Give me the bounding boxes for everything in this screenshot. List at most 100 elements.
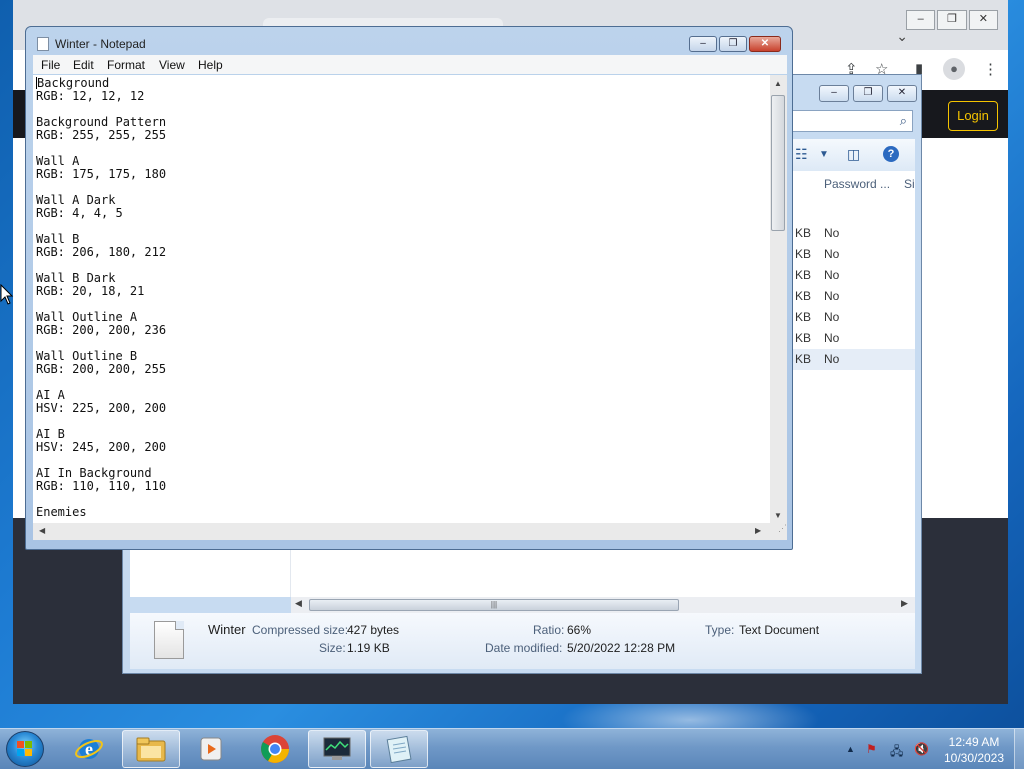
vertical-scrollbar-thumb[interactable] <box>771 95 785 231</box>
row-password: No <box>824 247 840 261</box>
clock-date: 10/30/2023 <box>943 751 1005 765</box>
taskbar-file-explorer[interactable] <box>122 730 180 768</box>
help-icon[interactable]: ? <box>883 146 899 162</box>
network-icon[interactable]: 🖧 <box>890 742 903 763</box>
taskbar-chrome[interactable] <box>246 730 304 768</box>
menu-view[interactable]: View <box>159 58 185 72</box>
details-ratio-label: Ratio: <box>533 623 565 637</box>
view-options-icon[interactable]: ☷ <box>795 146 808 163</box>
explorer-maximize-button[interactable]: ❐ <box>853 85 883 102</box>
details-file-name: Winter <box>208 622 246 637</box>
action-center-flag-icon[interactable]: ⚑ <box>866 742 877 756</box>
scroll-left-arrow-icon[interactable]: ◀ <box>39 526 45 535</box>
list-row[interactable]: KB No <box>783 265 915 286</box>
system-clock[interactable]: 12:49 AM 10/30/2023 <box>934 734 1014 766</box>
task-manager-icon <box>323 737 351 760</box>
browser-maximize-button[interactable]: ❐ <box>937 10 967 30</box>
row-password: No <box>824 289 840 303</box>
vertical-scrollbar[interactable]: ▲ ▼ <box>770 75 787 523</box>
details-pane: Winter Compressed size: 427 bytes Size: … <box>130 613 915 669</box>
maximize-button[interactable]: ❐ <box>719 36 747 52</box>
file-explorer-icon <box>136 737 166 762</box>
taskbar-task-manager[interactable] <box>308 730 366 768</box>
notepad-title-icon <box>37 37 49 51</box>
notepad-icon <box>386 735 412 764</box>
scroll-left-arrow-icon[interactable]: ◀ <box>295 598 302 609</box>
list-row[interactable]: KB No <box>783 307 915 328</box>
row-size-unit: KB <box>795 247 812 261</box>
media-center-icon <box>200 737 222 761</box>
mouse-cursor-icon <box>0 284 14 305</box>
browser-menu-icon[interactable]: ⋮ <box>983 60 998 78</box>
scroll-right-arrow-icon[interactable]: ▶ <box>755 526 761 535</box>
scrollbar-thumb[interactable]: ||| <box>309 599 679 611</box>
show-desktop-button[interactable] <box>1014 729 1024 769</box>
show-hidden-icons-chevron-icon[interactable]: ▲ <box>846 744 855 754</box>
menu-edit[interactable]: Edit <box>73 58 94 72</box>
windows-logo-icon <box>17 741 33 757</box>
list-row[interactable]: KB No <box>783 286 915 307</box>
row-size-unit: KB <box>795 310 812 324</box>
scroll-right-arrow-icon[interactable]: ▶ <box>901 598 908 609</box>
browser-minimize-button[interactable]: – <box>906 10 936 30</box>
file-list-horizontal-scrollbar[interactable]: ◀ ||| ▶ <box>291 597 915 613</box>
list-row-selected[interactable]: KB No <box>783 349 915 370</box>
tab-search-chevron-icon[interactable]: ⌄ <box>896 28 908 45</box>
list-row[interactable]: KB No <box>783 223 915 244</box>
minimize-button[interactable]: – <box>689 36 717 52</box>
search-icon[interactable]: ⌕ <box>900 113 907 129</box>
details-compressed-label: Compressed size: <box>252 623 349 637</box>
row-password: No <box>824 331 840 345</box>
details-compressed-value: 427 bytes <box>347 623 400 637</box>
text-file-icon <box>154 621 184 659</box>
details-modified-value: 5/20/2022 12:28 PM <box>567 641 676 655</box>
browser-window-controls: – ❐ ✕ <box>904 10 998 30</box>
horizontal-scrollbar[interactable]: ◀ ▶ <box>33 523 770 540</box>
row-size-unit: KB <box>795 352 812 366</box>
row-password: No <box>824 352 840 366</box>
menu-file[interactable]: File <box>41 58 60 72</box>
row-password: No <box>824 268 840 282</box>
resize-grip-icon[interactable]: ⋰ <box>770 523 787 540</box>
explorer-window-controls: – ❐ ✕ <box>815 85 917 102</box>
row-size-unit: KB <box>795 289 812 303</box>
row-password: No <box>824 310 840 324</box>
text-editor-area[interactable]: Background RGB: 12, 12, 12 Background Pa… <box>33 75 770 523</box>
preview-pane-icon[interactable]: ◫ <box>847 146 860 163</box>
login-button[interactable]: Login <box>948 101 998 131</box>
taskbar-media-center[interactable] <box>182 730 240 768</box>
profile-avatar-icon[interactable]: ● <box>943 58 965 80</box>
scroll-down-arrow-icon[interactable]: ▼ <box>774 511 782 520</box>
details-modified-label: Date modified: <box>485 641 563 655</box>
explorer-search-input[interactable]: ⌕ <box>783 110 913 132</box>
menu-format[interactable]: Format <box>107 58 145 72</box>
volume-muted-icon[interactable]: 🔇 <box>914 742 929 756</box>
document-body: ackground RGB: 12, 12, 12 Background Pat… <box>36 76 167 519</box>
scroll-up-arrow-icon[interactable]: ▲ <box>774 79 782 88</box>
taskbar-internet-explorer[interactable]: e <box>60 730 118 768</box>
explorer-close-button[interactable]: ✕ <box>887 85 917 102</box>
list-row[interactable]: KB No <box>783 328 915 349</box>
close-button[interactable]: ✕ <box>749 36 781 52</box>
clock-time: 12:49 AM <box>948 735 1000 749</box>
view-dropdown-chevron-icon[interactable]: ▼ <box>819 149 829 160</box>
details-type-value: Text Document <box>739 623 820 637</box>
details-ratio-value: 66% <box>567 623 592 637</box>
window-title: Winter - Notepad <box>55 37 146 51</box>
notepad-window[interactable]: Winter - Notepad – ❐ ✕ File Edit Format … <box>25 26 793 550</box>
menu-bar: File Edit Format View Help <box>33 55 787 74</box>
document-text[interactable]: Background RGB: 12, 12, 12 Background Pa… <box>33 75 770 519</box>
explorer-minimize-button[interactable]: – <box>819 85 849 102</box>
chrome-icon <box>261 735 289 763</box>
notepad-window-controls: – ❐ ✕ <box>687 36 781 52</box>
column-header-password[interactable]: Password ... <box>824 177 890 191</box>
taskbar: e ▲ ⚑ 🖧 🔇 12:49 AM 10/30/2023 <box>0 728 1024 769</box>
menu-help[interactable]: Help <box>198 58 223 72</box>
details-size-value: 1.19 KB <box>347 641 390 655</box>
column-header-size[interactable]: Si <box>904 177 915 191</box>
taskbar-notepad[interactable] <box>370 730 428 768</box>
start-button[interactable] <box>6 731 44 767</box>
row-size-unit: KB <box>795 331 812 345</box>
list-row[interactable]: KB No <box>783 244 915 265</box>
browser-close-button[interactable]: ✕ <box>968 10 998 30</box>
